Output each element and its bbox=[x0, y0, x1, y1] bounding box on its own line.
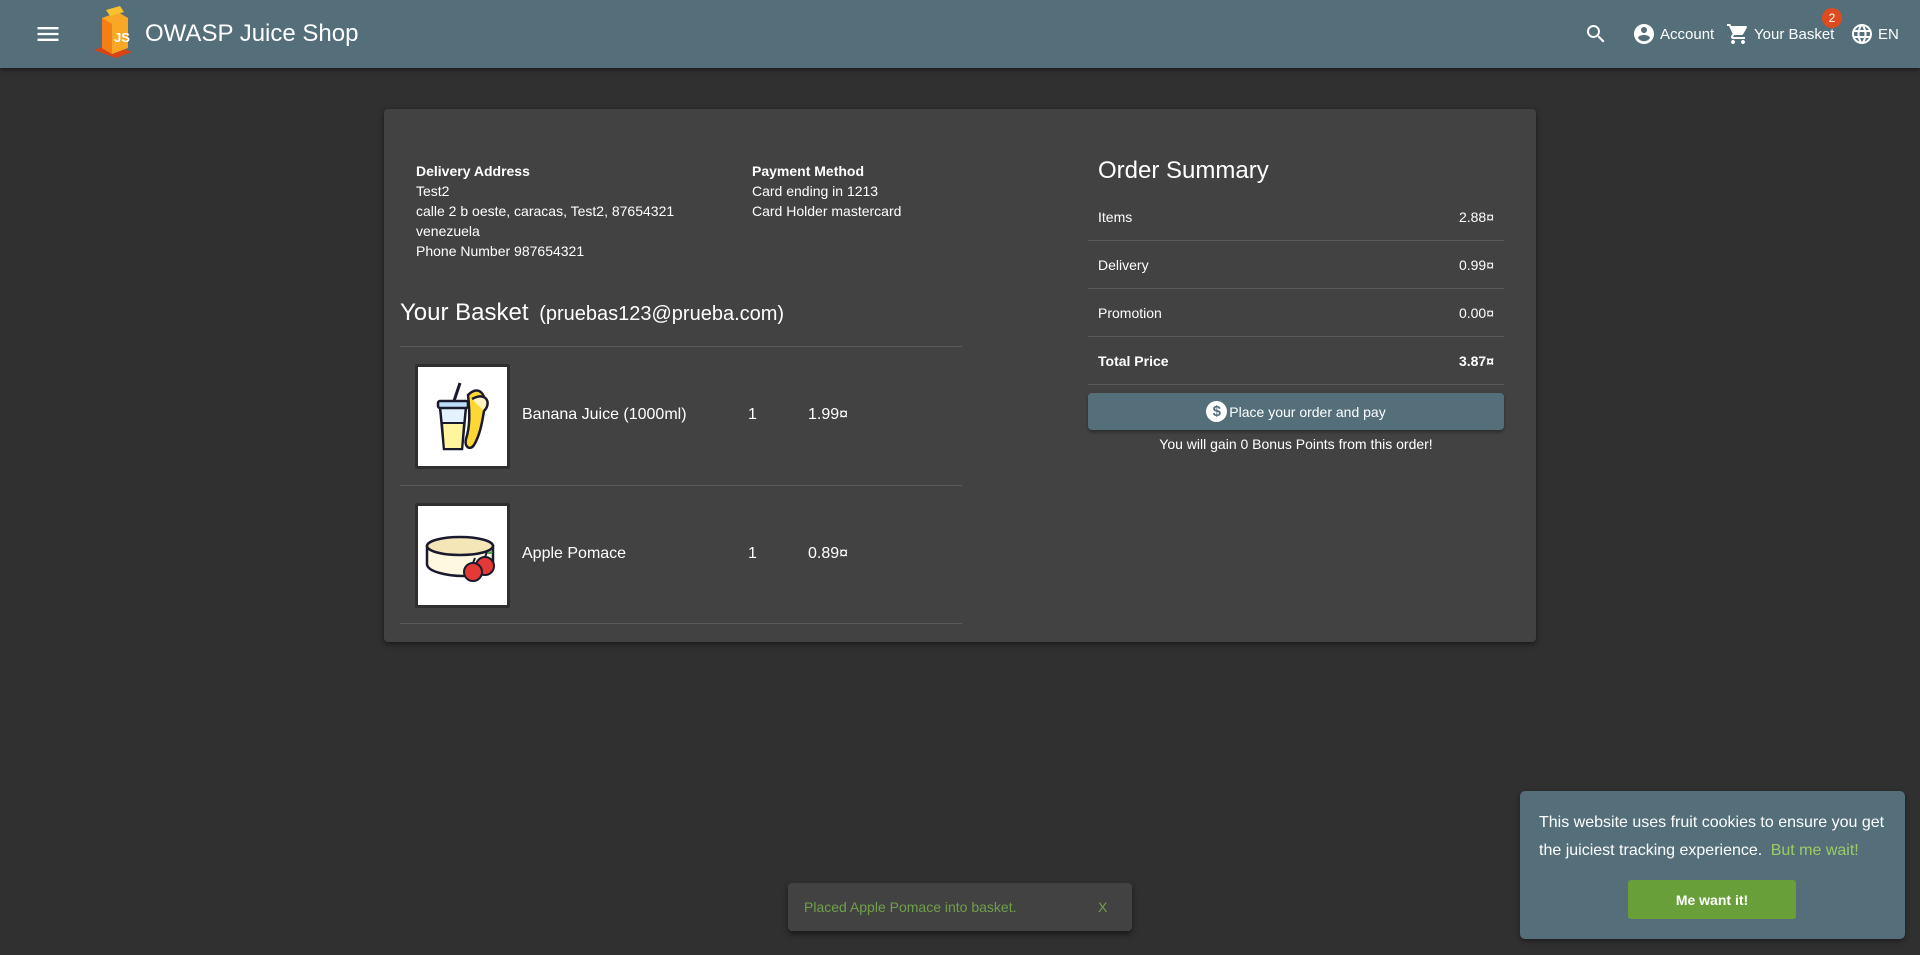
your-basket-button[interactable]: Your Basket bbox=[1726, 0, 1834, 68]
order-summary-table: Items 2.88¤ Delivery 0.99¤ Promotion 0.0… bbox=[1088, 193, 1504, 385]
juice-shop-logo[interactable]: JS bbox=[88, 4, 138, 60]
delivery-street: calle 2 b oeste, caracas, Test2, 8765432… bbox=[416, 203, 675, 219]
delivery-address: Delivery Address Test2 calle 2 b oeste, … bbox=[416, 161, 674, 261]
basket-user-email: (pruebas123@prueba.com) bbox=[539, 303, 785, 325]
delivery-country: venezuela bbox=[416, 223, 480, 239]
summary-label: Items bbox=[1098, 209, 1133, 225]
summary-label: Promotion bbox=[1098, 305, 1162, 321]
app-title[interactable]: OWASP Juice Shop bbox=[145, 20, 358, 48]
payment-method-title: Payment Method bbox=[752, 163, 865, 179]
account-button[interactable]: Account bbox=[1632, 0, 1714, 68]
summary-row-promotion: Promotion 0.00¤ bbox=[1088, 289, 1504, 337]
product-quantity: 1 bbox=[748, 406, 757, 423]
summary-value: 2.88¤ bbox=[1458, 209, 1494, 225]
product-name: Apple Pomace bbox=[522, 545, 627, 562]
svg-text:JS: JS bbox=[114, 30, 130, 45]
product-name: Banana Juice (1000ml) bbox=[522, 406, 687, 423]
dollar-icon: $ bbox=[1206, 401, 1228, 422]
product-price: 1.99¤ bbox=[808, 406, 849, 423]
language-button[interactable]: EN bbox=[1850, 0, 1899, 68]
place-order-label: Place your order and pay bbox=[1229, 403, 1386, 420]
basket-count-badge: 2 bbox=[1822, 8, 1842, 28]
payment-method: Payment Method Card ending in 1213 Card … bbox=[752, 161, 901, 221]
basket-title-label: Your Basket bbox=[400, 299, 529, 326]
delivery-phone: Phone Number 987654321 bbox=[416, 243, 585, 259]
product-price: 0.89¤ bbox=[808, 545, 849, 562]
top-toolbar: JS OWASP Juice Shop Account Your Basket … bbox=[0, 0, 1920, 68]
summary-label: Total Price bbox=[1098, 353, 1169, 369]
your-basket-label: Your Basket bbox=[1754, 25, 1835, 43]
account-icon bbox=[1632, 22, 1656, 46]
payment-card: Card ending in 1213 bbox=[752, 183, 879, 199]
product-quantity: 1 bbox=[748, 545, 757, 562]
basket-title: Your Basket (pruebas123@prueba.com) bbox=[400, 299, 784, 327]
snackbar-close-button[interactable]: X bbox=[1098, 899, 1107, 915]
order-summary-title: Order Summary bbox=[1098, 157, 1269, 184]
cookie-learn-more-link[interactable]: But me wait! bbox=[1771, 842, 1859, 859]
cookie-accept-button[interactable]: Me want it! bbox=[1628, 880, 1796, 919]
summary-value: 3.87¤ bbox=[1458, 353, 1494, 369]
order-review-card: Delivery Address Test2 calle 2 b oeste, … bbox=[384, 109, 1536, 642]
place-order-button[interactable]: $ Place your order and pay bbox=[1088, 393, 1504, 430]
snackbar: Placed Apple Pomace into basket. X bbox=[788, 883, 1132, 931]
cart-icon bbox=[1726, 22, 1750, 46]
cookie-message: This website uses fruit cookies to ensur… bbox=[1539, 809, 1889, 865]
snackbar-message: Placed Apple Pomace into basket. bbox=[804, 899, 1017, 915]
delivery-address-title: Delivery Address bbox=[416, 163, 530, 179]
summary-row-delivery: Delivery 0.99¤ bbox=[1088, 241, 1504, 289]
payment-holder: Card Holder mastercard bbox=[752, 203, 902, 219]
summary-row-total: Total Price 3.87¤ bbox=[1088, 337, 1504, 385]
summary-label: Delivery bbox=[1098, 257, 1149, 273]
search-icon bbox=[1584, 22, 1608, 46]
summary-row-items: Items 2.88¤ bbox=[1088, 193, 1504, 241]
search-button[interactable] bbox=[1584, 0, 1608, 68]
menu-icon[interactable] bbox=[34, 20, 62, 48]
table-row: Apple Pomace 1 0.89¤ bbox=[400, 485, 962, 624]
language-label: EN bbox=[1878, 25, 1899, 43]
bonus-points-text: You will gain 0 Bonus Points from this o… bbox=[1159, 436, 1433, 452]
delivery-name: Test2 bbox=[416, 183, 450, 199]
globe-icon bbox=[1850, 22, 1874, 46]
account-label: Account bbox=[1660, 25, 1715, 43]
summary-value: 0.00¤ bbox=[1458, 305, 1494, 321]
summary-value: 0.99¤ bbox=[1458, 257, 1494, 273]
table-row: Banana Juice (1000ml) 1 1.99¤ bbox=[400, 346, 962, 485]
banana-juice-icon bbox=[415, 364, 510, 469]
cookie-consent-banner: This website uses fruit cookies to ensur… bbox=[1520, 791, 1905, 939]
basket-table: Banana Juice (1000ml) 1 1.99¤ Apple Poma… bbox=[400, 346, 962, 624]
apple-pomace-icon bbox=[415, 503, 510, 608]
